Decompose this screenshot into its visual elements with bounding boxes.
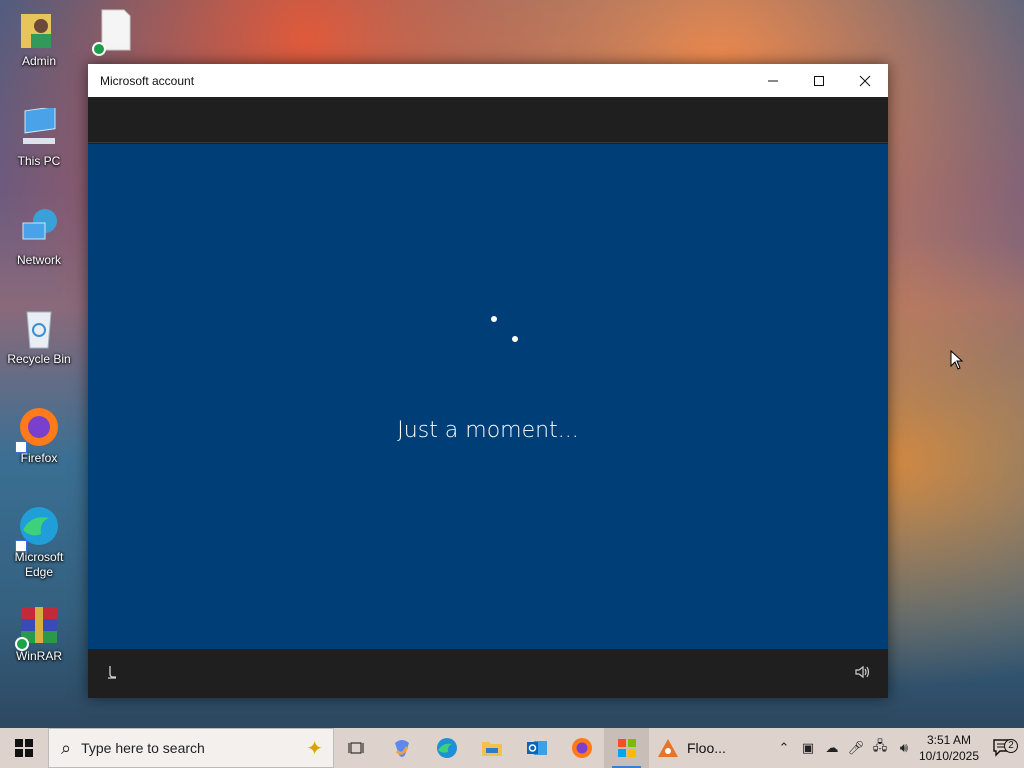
floorp-icon [658,739,678,757]
edge-taskbar-button[interactable] [424,728,469,768]
loading-spinner-dot [512,336,518,342]
windows-logo-icon [15,739,33,757]
microsoft-account-window[interactable]: Microsoft account Just a moment... [88,64,888,698]
desktop-icon-recycle-bin[interactable]: Recycle Bin [1,306,77,367]
notification-count-badge: 2 [1004,739,1018,753]
edge-icon [436,738,457,758]
desktop-icon-label: Network [16,253,61,267]
desktop-icon-edge[interactable]: Microsoft Edge [1,504,77,580]
file-explorer-button[interactable] [469,728,514,768]
desktop-icon-this-pc[interactable]: This PC [1,106,77,169]
window-header-bar [88,97,888,143]
maximize-icon [814,75,824,86]
desktop-icon-file[interactable] [78,8,154,56]
desktop-icon-label: Admin [21,54,56,68]
outlook-button[interactable] [514,728,559,768]
clock[interactable]: 3:51 AM 10/10/2025 [916,732,982,764]
desktop-icon-label: Microsoft Edge [14,550,64,579]
desktop-icon-admin[interactable]: Admin [1,8,77,69]
firefox-taskbar-button[interactable] [559,728,604,768]
loading-message: Just a moment... [397,418,579,443]
user-folder-icon [17,8,61,52]
onedrive-icon[interactable]: ☁ [820,740,844,756]
system-tray: ⌃ ▣ ☁ 🎤︎ 🖧︎ 🔊︎ 3:51 AM 10/10/2025 2 [772,728,1024,768]
close-button[interactable] [842,64,888,97]
loading-panel: Just a moment... [88,144,888,649]
task-view-icon [348,742,363,754]
file-explorer-icon [481,742,502,756]
network-status-icon[interactable]: 🖧︎ [868,737,892,759]
clock-date: 10/10/2025 [918,749,980,763]
loading-spinner-dot [491,316,497,322]
desktop-icon-label: Firefox [20,451,58,465]
meet-now-icon[interactable]: ▣ [796,740,820,756]
winrar-icon [15,603,61,651]
recycle-bin-icon [17,306,61,350]
window-title: Microsoft account [100,73,195,88]
copilot-icon [394,740,409,757]
sync-ok-badge-icon [15,637,29,651]
maximize-button[interactable] [796,64,842,97]
chevron-up-icon[interactable]: ⌃ [772,740,796,756]
shortcut-arrow-icon [15,540,27,552]
task-view-button[interactable] [334,728,379,768]
speaker-icon[interactable]: 🔊︎ [892,740,916,756]
microsoft-store-icon [617,739,636,757]
edge-icon [15,504,61,552]
microsoft-store-button[interactable] [604,728,649,768]
taskbar: ⌕ Type here to search ✦ Floo... ⌃ ▣ ☁ 🎤︎… [0,728,1024,768]
network-icon [17,207,61,251]
copilot-button[interactable] [379,728,424,768]
search-icon: ⌕ [61,737,72,758]
floorp-label: Floo... [687,740,726,756]
notifications-button[interactable]: 2 [982,737,1024,759]
microphone-icon[interactable]: 🎤︎ [844,740,868,756]
minimize-button[interactable] [750,64,796,97]
desktop-icon-label: WinRAR [15,649,62,663]
outlook-icon [526,741,547,755]
clock-time: 3:51 AM [926,733,972,747]
volume-icon[interactable] [854,664,872,683]
taskbar-search-box[interactable]: ⌕ Type here to search ✦ [48,728,334,768]
window-titlebar[interactable]: Microsoft account [88,64,888,97]
accessibility-icon[interactable] [104,664,120,683]
start-button[interactable] [0,728,48,768]
firefox-icon [15,405,61,453]
shortcut-arrow-icon [15,441,27,453]
desktop-icon-firefox[interactable]: Firefox [1,405,77,466]
window-footer-bar [88,649,888,698]
floorp-taskbar-button[interactable]: Floo... [649,728,749,768]
close-icon [859,75,871,86]
file-icon [92,8,138,56]
desktop-icon-winrar[interactable]: WinRAR [1,603,77,664]
search-highlight-icon[interactable]: ✦ [306,736,323,761]
desktop-icon-label: Recycle Bin [7,352,71,366]
minimize-icon [768,80,778,81]
desktop-icon-label: This PC [17,154,61,168]
desktop-icon-network[interactable]: Network [1,207,77,268]
search-placeholder: Type here to search [81,740,205,756]
firefox-icon [571,738,592,758]
sync-ok-badge-icon [92,42,106,56]
computer-icon [17,106,61,152]
mouse-cursor-icon [950,350,964,370]
